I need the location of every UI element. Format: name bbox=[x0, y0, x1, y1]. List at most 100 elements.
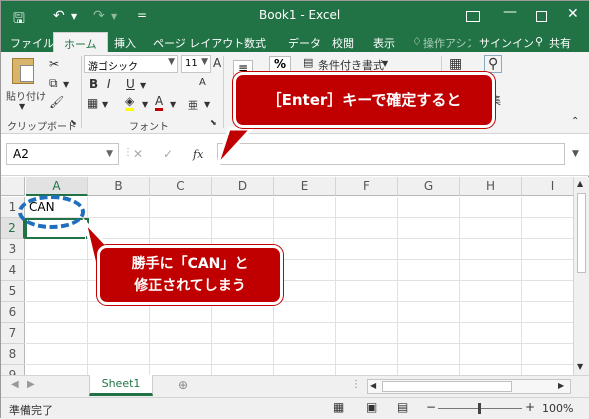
tab-insert[interactable]: 挿入 bbox=[114, 35, 136, 51]
row-header-7[interactable]: 7 bbox=[1, 323, 25, 344]
cell-d8[interactable] bbox=[212, 344, 274, 365]
cell-g6[interactable] bbox=[398, 302, 460, 323]
find-icon[interactable]: ⚲ bbox=[484, 55, 503, 73]
cell-e5[interactable] bbox=[274, 281, 336, 302]
page-layout-view-icon[interactable]: ▣ bbox=[366, 400, 377, 414]
formula-bar-dots-icon[interactable]: ⋮ bbox=[123, 147, 133, 158]
column-header-d[interactable]: D bbox=[212, 177, 274, 196]
column-header-b[interactable]: B bbox=[88, 177, 150, 196]
cell-f4[interactable] bbox=[336, 260, 398, 281]
row-header-5[interactable]: 5 bbox=[1, 281, 25, 302]
cell-d2[interactable] bbox=[212, 218, 274, 239]
cell-e7[interactable] bbox=[274, 323, 336, 344]
tell-me-input[interactable]: 操作アシス bbox=[423, 35, 471, 51]
clipboard-launcher-icon[interactable]: ⬊ bbox=[70, 118, 77, 127]
cell-h4[interactable] bbox=[460, 260, 522, 281]
row-header-4[interactable]: 4 bbox=[1, 260, 25, 281]
phonetic-dropdown-icon[interactable]: ▼ bbox=[204, 100, 210, 109]
font-size-combo[interactable]: 11 ▼ bbox=[181, 55, 211, 73]
paste-dropdown-icon[interactable]: ▼ bbox=[19, 102, 25, 111]
cell-b6[interactable] bbox=[88, 302, 150, 323]
zoom-in-button[interactable]: + bbox=[525, 400, 535, 414]
cell-f8[interactable] bbox=[336, 344, 398, 365]
cell-f5[interactable] bbox=[336, 281, 398, 302]
cell-a5[interactable] bbox=[26, 281, 88, 302]
formula-input[interactable] bbox=[217, 143, 565, 165]
horizontal-scrollbar[interactable]: ◀ ▶ bbox=[367, 379, 571, 394]
tab-view[interactable]: 表示 bbox=[373, 35, 395, 51]
underline-dropdown-icon[interactable]: ▼ bbox=[140, 81, 146, 90]
font-color-dropdown-icon[interactable]: ▼ bbox=[170, 100, 176, 109]
cell-g7[interactable] bbox=[398, 323, 460, 344]
undo-icon[interactable]: ↶ bbox=[53, 8, 65, 24]
ribbon-display-icon[interactable] bbox=[466, 11, 480, 22]
scroll-right-icon[interactable]: ▶ bbox=[558, 381, 564, 390]
column-header-a[interactable]: A bbox=[26, 177, 88, 196]
cell-g3[interactable] bbox=[398, 239, 460, 260]
vertical-scrollbar[interactable]: ▲ ▼ bbox=[573, 177, 589, 375]
new-sheet-icon[interactable]: ⊕ bbox=[178, 378, 188, 392]
grow-font-icon[interactable]: A bbox=[213, 56, 221, 70]
row-header-3[interactable]: 3 bbox=[1, 239, 25, 260]
cell-d1[interactable] bbox=[212, 197, 274, 218]
cell-e4[interactable] bbox=[274, 260, 336, 281]
copy-dropdown-icon[interactable]: ▼ bbox=[63, 80, 69, 89]
cells-icon[interactable]: ▦ bbox=[449, 56, 462, 72]
tab-page-layout[interactable]: ページ レイアウト bbox=[153, 35, 244, 51]
cell-h1[interactable] bbox=[460, 197, 522, 218]
format-painter-icon[interactable]: 🖌 bbox=[49, 95, 64, 109]
cell-b8[interactable] bbox=[88, 344, 150, 365]
paste-button[interactable]: 貼り付け bbox=[6, 88, 46, 103]
zoom-out-button[interactable]: − bbox=[426, 400, 436, 414]
cell-a6[interactable] bbox=[26, 302, 88, 323]
redo-icon[interactable]: ↷ bbox=[93, 8, 105, 24]
underline-button[interactable]: U bbox=[126, 77, 135, 91]
cell-h7[interactable] bbox=[460, 323, 522, 344]
cell-d6[interactable] bbox=[212, 302, 274, 323]
cell-h2[interactable] bbox=[460, 218, 522, 239]
row-header-6[interactable]: 6 bbox=[1, 302, 25, 323]
select-all-corner[interactable] bbox=[1, 177, 25, 196]
cell-f7[interactable] bbox=[336, 323, 398, 344]
italic-button[interactable]: I bbox=[107, 77, 111, 91]
scroll-up-icon[interactable]: ▲ bbox=[577, 179, 583, 188]
cell-e6[interactable] bbox=[274, 302, 336, 323]
fill-color-dropdown-icon[interactable]: ▼ bbox=[142, 100, 148, 109]
zoom-slider[interactable] bbox=[438, 403, 522, 414]
share-button[interactable]: 共有 bbox=[549, 35, 571, 51]
row-header-8[interactable]: 8 bbox=[1, 344, 25, 365]
cell-f3[interactable] bbox=[336, 239, 398, 260]
insert-function-button[interactable]: fx bbox=[193, 148, 203, 161]
undo-dropdown-icon[interactable]: ▼ bbox=[71, 12, 77, 21]
cell-c7[interactable] bbox=[150, 323, 212, 344]
bold-button[interactable]: B bbox=[89, 77, 98, 91]
phonetic-guide-icon[interactable]: 亜 bbox=[188, 97, 198, 112]
scroll-thumb[interactable] bbox=[577, 193, 586, 273]
fill-color-icon[interactable]: ◈ bbox=[125, 94, 135, 111]
cell-a7[interactable] bbox=[26, 323, 88, 344]
font-name-combo[interactable]: 游ゴシック ▼ bbox=[84, 55, 178, 73]
cell-f6[interactable] bbox=[336, 302, 398, 323]
sheet-tab-sheet1[interactable]: Sheet1 bbox=[89, 375, 153, 396]
scroll-left-icon[interactable]: ◀ bbox=[370, 381, 376, 390]
cell-f2[interactable] bbox=[336, 218, 398, 239]
cell-c1[interactable] bbox=[150, 197, 212, 218]
conditional-format-dropdown-icon[interactable]: ▼ bbox=[382, 59, 388, 68]
cell-a8[interactable] bbox=[26, 344, 88, 365]
copy-icon[interactable]: ⧉ bbox=[49, 76, 58, 91]
h-scroll-thumb[interactable] bbox=[382, 381, 512, 392]
cell-g5[interactable] bbox=[398, 281, 460, 302]
cell-g8[interactable] bbox=[398, 344, 460, 365]
redo-dropdown-icon[interactable]: ▼ bbox=[111, 12, 117, 21]
minimize-icon[interactable]: — bbox=[503, 4, 517, 20]
paste-icon[interactable] bbox=[12, 58, 34, 84]
cell-e3[interactable] bbox=[274, 239, 336, 260]
cell-h8[interactable] bbox=[460, 344, 522, 365]
cell-g2[interactable] bbox=[398, 218, 460, 239]
cell-h5[interactable] bbox=[460, 281, 522, 302]
collapse-ribbon-icon[interactable]: ⌃ bbox=[571, 116, 579, 127]
column-header-f[interactable]: F bbox=[336, 177, 398, 196]
enter-icon[interactable]: ✓ bbox=[163, 147, 173, 161]
zoom-level[interactable]: 100% bbox=[542, 402, 573, 415]
column-header-g[interactable]: G bbox=[398, 177, 460, 196]
